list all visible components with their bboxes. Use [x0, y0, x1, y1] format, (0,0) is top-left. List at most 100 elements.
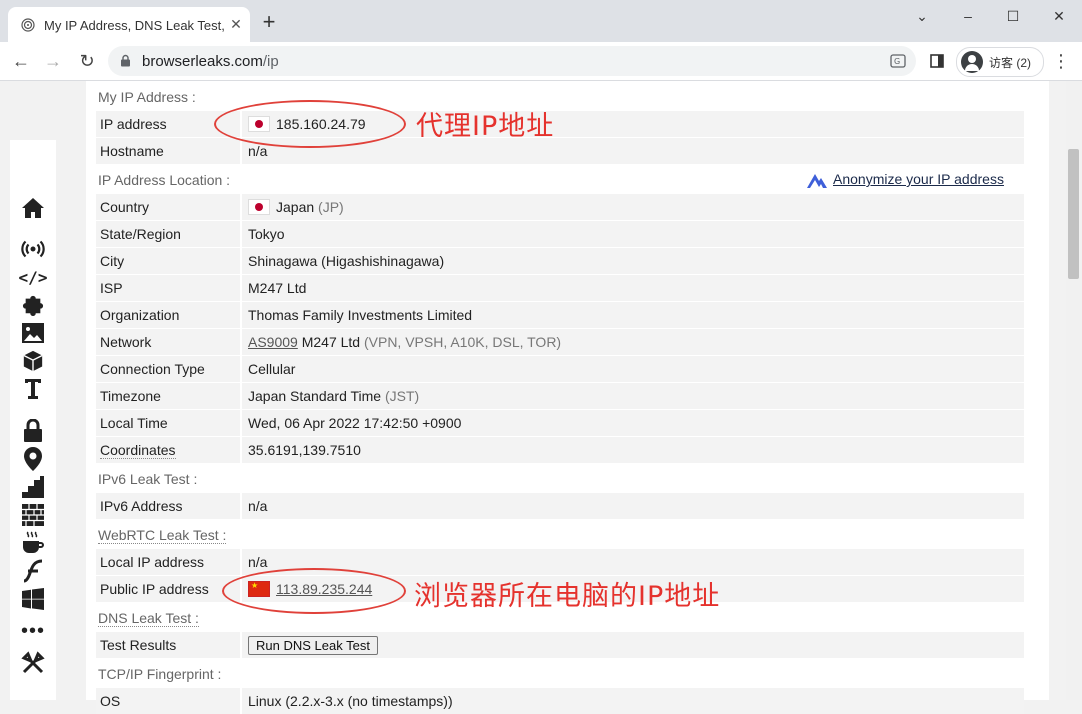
os-value: Linux (2.2.x-3.x (no timestamps))	[248, 693, 453, 709]
location-pin-icon[interactable]	[21, 447, 45, 471]
dns-heading: DNS Leak Test :	[98, 610, 199, 627]
table-row: OS Linux (2.2.x-3.x (no timestamps))	[96, 688, 1024, 714]
asn-link[interactable]: AS9009	[248, 334, 298, 350]
side-panel-icon[interactable]	[930, 54, 944, 68]
local-ip-value: n/a	[248, 554, 268, 570]
vertical-scrollbar[interactable]	[1066, 81, 1082, 700]
anonymize-link[interactable]: Anonymize your IP address	[833, 171, 1004, 187]
profile-button[interactable]: 访客 (2)	[956, 47, 1044, 77]
minimize-button[interactable]: –	[956, 6, 980, 26]
japan-flag-icon	[248, 199, 270, 215]
brick-wall-icon[interactable]	[21, 503, 45, 527]
country-value: Japan	[276, 199, 315, 215]
network-label: Network	[100, 334, 152, 350]
url-path: /ip	[262, 53, 279, 70]
timezone-value: Japan Standard Time	[248, 388, 382, 404]
tab-search-icon[interactable]: ⌄	[910, 6, 934, 26]
network-name: M247 Ltd	[301, 334, 361, 350]
browser-menu-icon[interactable]: ⋮	[1052, 51, 1070, 71]
table-row: Network AS9009 M247 Ltd (VPN, VPSH, A10K…	[96, 329, 1024, 355]
new-tab-button[interactable]: +	[258, 11, 280, 33]
table-row: Country Japan (JP)	[96, 194, 1024, 220]
windows-icon[interactable]	[21, 587, 45, 611]
isp-label: ISP	[100, 280, 123, 296]
webrtc-heading: WebRTC Leak Test :	[98, 527, 227, 544]
table-row: Local Time Wed, 06 Apr 2022 17:42:50 +09…	[96, 410, 1024, 436]
coffee-icon[interactable]	[21, 531, 45, 555]
table-row: Connection Type Cellular	[96, 356, 1024, 382]
profile-label: 访客 (2)	[989, 56, 1032, 70]
section-webrtc[interactable]: WebRTC Leak Test :	[98, 527, 227, 544]
table-row: ISP M247 Ltd	[96, 275, 1024, 301]
organization-label: Organization	[100, 307, 180, 323]
image-icon[interactable]	[21, 321, 45, 345]
scrollbar-thumb[interactable]	[1068, 149, 1079, 279]
sidebar: </> •••	[10, 140, 56, 700]
os-label: OS	[100, 693, 121, 709]
country-label: Country	[100, 199, 150, 215]
section-location: IP Address Location :	[98, 172, 231, 188]
broadcast-icon[interactable]	[21, 237, 45, 261]
page-left-gutter	[0, 81, 10, 700]
hostname-label: Hostname	[100, 143, 164, 159]
maximize-button[interactable]: ☐	[1001, 6, 1025, 26]
translate-icon[interactable]: G	[890, 53, 906, 69]
home-icon[interactable]	[21, 196, 45, 220]
run-dns-leak-test-button[interactable]: Run DNS Leak Test	[248, 636, 378, 655]
isp-value: M247 Ltd	[248, 280, 307, 296]
more-icon[interactable]: •••	[21, 619, 45, 643]
network-tags: (VPN, VPSH, A10K, DSL, TOR)	[363, 334, 562, 350]
lock-icon[interactable]	[21, 419, 45, 443]
local-time-value: Wed, 06 Apr 2022 17:42:50 +0900	[248, 415, 462, 431]
annotation-browser-ip: 浏览器所在电脑的IP地址	[414, 581, 721, 612]
annotation-ellipse-browser	[222, 568, 406, 614]
tab-strip: My IP Address, DNS Leak Test, ✕ + ⌄ – ☐ …	[0, 0, 1082, 42]
code-icon[interactable]: </>	[19, 265, 48, 289]
timezone-label: Timezone	[100, 388, 161, 404]
address-bar[interactable]: browserleaks.com/ip G	[108, 46, 916, 76]
tab-title: My IP Address, DNS Leak Test,	[44, 18, 224, 33]
coordinates-label[interactable]: Coordinates	[100, 442, 176, 459]
flash-icon[interactable]	[21, 559, 45, 583]
fingerprint-icon	[21, 18, 35, 32]
vpn-logo-icon	[807, 174, 827, 188]
close-window-button[interactable]: ✕	[1047, 6, 1071, 26]
hostname-value: n/a	[248, 143, 268, 159]
url-host: browserleaks.com	[142, 53, 263, 70]
avatar-icon	[961, 51, 983, 73]
forward-button[interactable]: →	[42, 51, 64, 71]
svg-text:G: G	[894, 57, 900, 66]
puzzle-icon[interactable]	[21, 293, 45, 317]
local-ip-label: Local IP address	[100, 554, 205, 570]
test-results-label: Test Results	[100, 637, 177, 653]
lock-icon	[121, 54, 130, 67]
cube-icon[interactable]	[21, 349, 45, 373]
annotation-proxy-ip: 代理IP地址	[416, 111, 555, 142]
tools-icon[interactable]	[21, 651, 45, 675]
text-cursor-icon[interactable]	[21, 377, 45, 401]
browser-toolbar: ← → ↻ browserleaks.com/ip G 访客 (2) ⋮	[0, 42, 1082, 81]
table-row: Test Results Run DNS Leak Test	[96, 632, 1024, 658]
ip-address-label: IP address	[100, 116, 167, 132]
section-ipv6: IPv6 Leak Test :	[98, 471, 198, 487]
city-label: City	[100, 253, 125, 269]
table-row: Timezone Japan Standard Time (JST)	[96, 383, 1024, 409]
state-label: State/Region	[100, 226, 181, 242]
organization-value: Thomas Family Investments Limited	[248, 307, 473, 323]
url-text: browserleaks.com/ip	[142, 53, 279, 70]
ipv6-label: IPv6 Address	[100, 498, 183, 514]
section-dns[interactable]: DNS Leak Test :	[98, 610, 199, 627]
ipv6-value: n/a	[248, 498, 268, 514]
table-row: Coordinates 35.6191,139.7510	[96, 437, 1024, 463]
reload-button[interactable]: ↻	[76, 51, 98, 71]
public-ip-label: Public IP address	[100, 581, 209, 597]
back-button[interactable]: ←	[10, 51, 32, 71]
city-value: Shinagawa (Higashishinagawa)	[248, 253, 445, 269]
section-tcpip: TCP/IP Fingerprint :	[98, 666, 222, 682]
browser-tab[interactable]: My IP Address, DNS Leak Test, ✕	[8, 7, 250, 42]
annotation-ellipse-proxy	[214, 100, 406, 148]
stairs-icon[interactable]	[21, 475, 45, 499]
tab-close-icon[interactable]: ✕	[228, 16, 244, 32]
table-row: Organization Thomas Family Investments L…	[96, 302, 1024, 328]
connection-type-label: Connection Type	[100, 361, 205, 377]
